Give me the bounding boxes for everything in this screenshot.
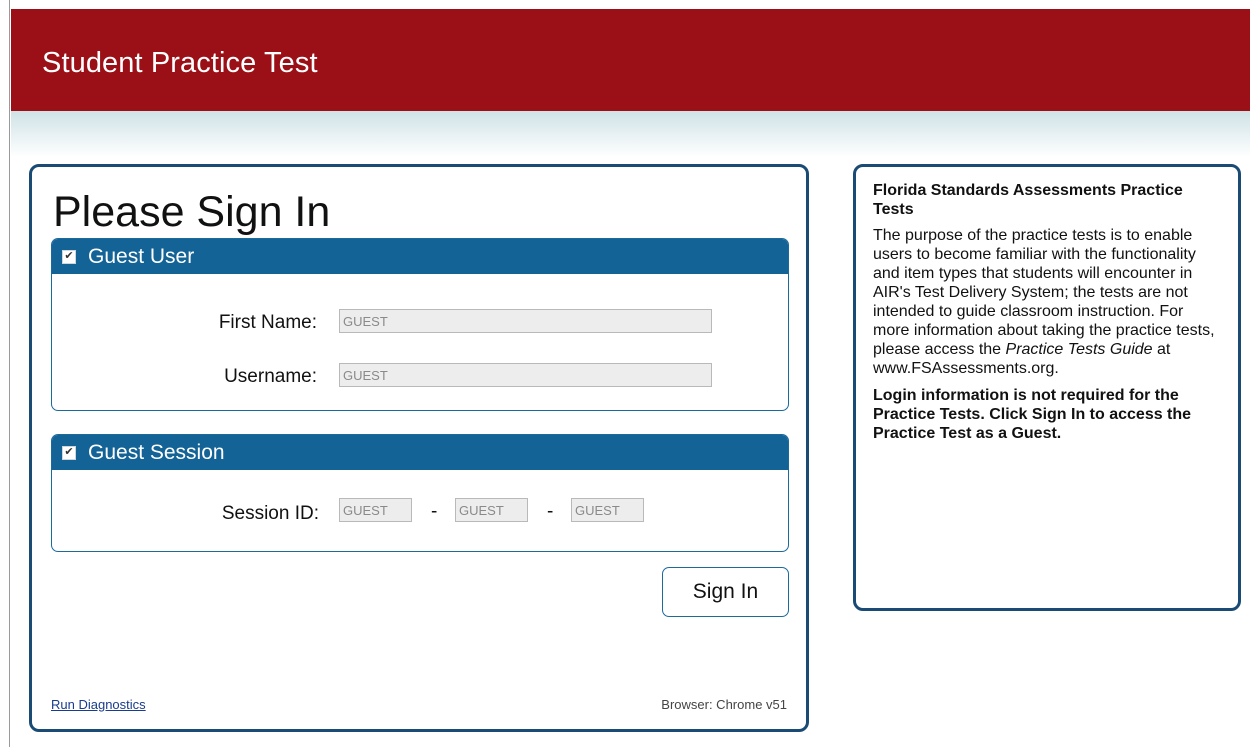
login-note: Login information is not required for th… (873, 387, 1192, 442)
info-title: Florida Standards Assessments Practice T… (873, 182, 1183, 218)
practice-tests-guide-title: Practice Tests Guide (1005, 341, 1153, 358)
username-label: Username: (224, 366, 317, 387)
session-id-separator: - (547, 501, 554, 522)
sign-in-panel: Please Sign In ✔ Guest User First Name: … (29, 164, 809, 732)
practice-tests-info-panel: Florida Standards Assessments Practice T… (853, 164, 1241, 611)
guest-session-header: ✔ Guest Session (52, 435, 788, 470)
run-diagnostics-link[interactable]: Run Diagnostics (51, 697, 146, 712)
guest-session-checkbox[interactable]: ✔ (62, 445, 76, 460)
window-left-edge (0, 0, 10, 747)
guest-session-label: Guest Session (88, 440, 225, 464)
info-body: The purpose of the practice tests is to … (873, 226, 1224, 378)
first-name-label: First Name: (218, 312, 317, 333)
browser-info: Browser: Chrome v51 (661, 697, 787, 712)
guest-user-checkbox[interactable]: ✔ (62, 249, 76, 264)
guest-session-section: ✔ Guest Session Session ID: - - (51, 434, 789, 552)
info-body-text: The purpose of the practice tests is to … (873, 227, 1215, 358)
app-header: Student Practice Test (11, 9, 1250, 111)
session-id-part-2[interactable] (455, 498, 528, 522)
username-field[interactable] (339, 363, 712, 387)
guest-user-header: ✔ Guest User (52, 239, 788, 274)
guest-user-section: ✔ Guest User First Name: Username: (51, 238, 789, 411)
header-gradient-band (11, 111, 1250, 157)
session-id-part-1[interactable] (339, 498, 412, 522)
guest-user-label: Guest User (88, 244, 195, 268)
first-name-field[interactable] (339, 309, 712, 333)
sign-in-button[interactable]: Sign In (662, 567, 789, 617)
checkbox-checked-icon: ✔ (64, 446, 74, 458)
sign-in-heading: Please Sign In (53, 188, 331, 236)
checkbox-checked-icon: ✔ (64, 250, 74, 262)
session-id-part-3[interactable] (571, 498, 644, 522)
app-title: Student Practice Test (42, 47, 318, 79)
session-id-label: Session ID: (221, 503, 319, 524)
session-id-separator: - (431, 501, 438, 522)
window-top-edge (0, 0, 1250, 9)
